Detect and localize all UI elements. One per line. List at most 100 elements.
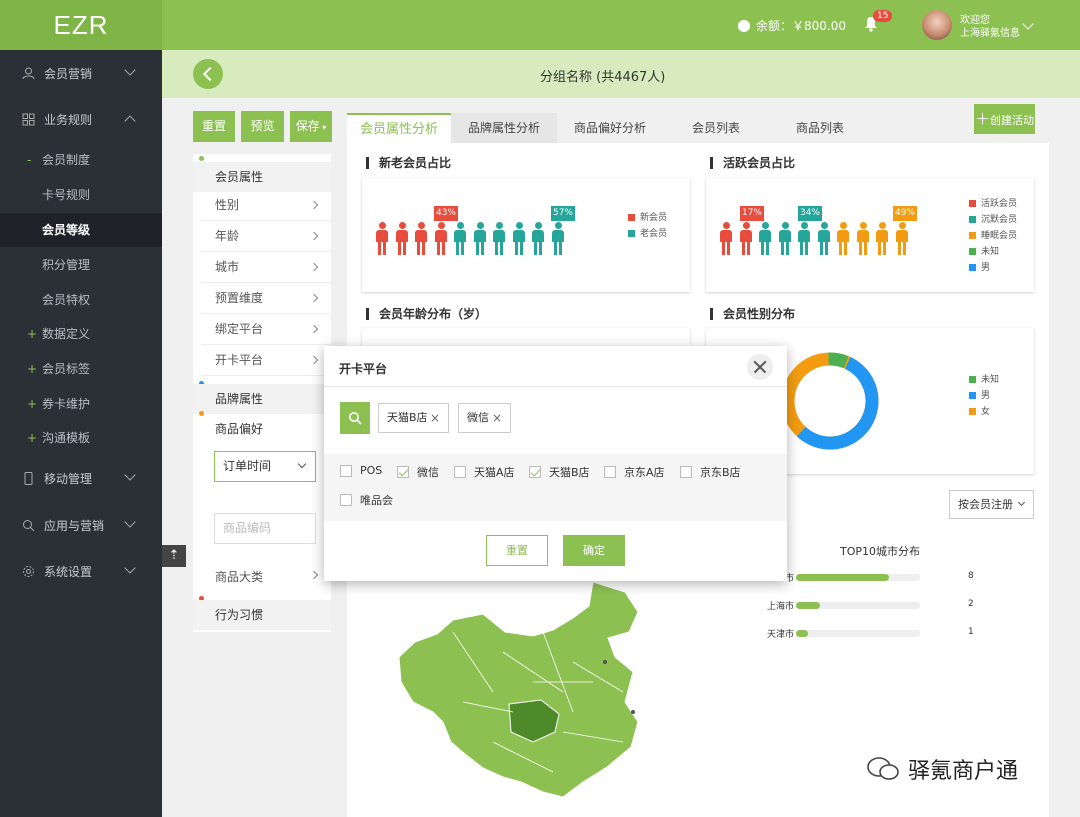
option-vip[interactable]: 唯品会: [340, 492, 393, 508]
checkbox[interactable]: [529, 466, 541, 478]
tab-member-attr[interactable]: 会员属性分析: [347, 113, 451, 143]
gear-icon: [23, 565, 34, 577]
checkbox[interactable]: [340, 464, 352, 477]
close-icon[interactable]: ×: [492, 404, 502, 432]
person-icon: [493, 222, 505, 256]
legend-label: 男: [981, 391, 991, 401]
sidebar-item-label: 会员特权: [42, 293, 91, 307]
bar-fill: [796, 574, 889, 581]
chevron-down-icon[interactable]: [1022, 18, 1034, 30]
product-category[interactable]: 商品大类: [215, 568, 263, 585]
brand-attr-header[interactable]: 品牌属性: [193, 384, 331, 414]
close-icon[interactable]: ×: [430, 404, 440, 432]
modal-reset-button[interactable]: 重置: [486, 535, 548, 566]
modal-confirm-button[interactable]: 确定: [563, 535, 625, 566]
checkbox[interactable]: [397, 466, 409, 478]
sidebar-item-data-definition[interactable]: + 数据定义: [0, 317, 162, 351]
bar-fill: [796, 602, 820, 609]
watermark: 驿氪商户通: [866, 753, 1018, 785]
city-name: 上海市: [766, 602, 794, 612]
reset-button[interactable]: 重置: [193, 111, 235, 142]
sidebar-item-card-rules[interactable]: 卡号规则: [0, 178, 162, 212]
tab-product-pref[interactable]: 商品偏好分析: [557, 113, 663, 143]
scroll-top-button[interactable]: ⇡: [162, 545, 186, 567]
attr-row-label: 预置维度: [215, 291, 264, 305]
attr-row-preset[interactable]: 预置维度: [201, 283, 331, 314]
chevron-right-icon: [309, 570, 319, 580]
chevron-down-icon: [124, 469, 136, 481]
sidebar-item-settings[interactable]: 系统设置: [0, 554, 162, 588]
app-logo[interactable]: EZR: [0, 0, 162, 50]
selected-tag[interactable]: 天猫B店 ×: [378, 403, 449, 433]
option-jd-b[interactable]: 京东B店: [680, 464, 741, 480]
search-button[interactable]: [340, 402, 370, 434]
sidebar-item-privileges[interactable]: 会员特权: [0, 283, 162, 317]
preview-button[interactable]: 预览: [241, 111, 284, 142]
registration-filter-select[interactable]: 按会员注册: [949, 490, 1034, 519]
legend-item: 睡眠会员: [969, 228, 1017, 244]
option-label: 京东B店: [700, 466, 741, 479]
attr-row-card-platform[interactable]: 开卡平台: [201, 345, 331, 376]
sidebar-item-coupon[interactable]: + 券卡维护: [0, 387, 162, 421]
option-label: POS: [360, 464, 383, 477]
sidebar-item-business-rules[interactable]: 业务规则: [0, 102, 162, 136]
option-label: 天猫A店: [474, 466, 515, 479]
person-icon: [739, 222, 752, 256]
checkbox[interactable]: [680, 466, 692, 478]
legend: 活跃会员 沉默会员 睡眠会员 未知 男: [969, 196, 1017, 276]
option-pos[interactable]: POS: [340, 464, 382, 477]
selected-tag[interactable]: 微信 ×: [458, 403, 511, 433]
close-icon[interactable]: [747, 354, 773, 380]
attr-row-city[interactable]: 城市: [201, 252, 331, 283]
card-title: 会员年龄分布（岁）: [366, 308, 487, 320]
legend: 未知 男 女: [969, 372, 999, 420]
sidebar-item-member-level[interactable]: 会员等级: [0, 213, 162, 247]
bar-track: [796, 602, 920, 609]
legend-item: 沉默会员: [969, 212, 1017, 228]
person-icon: [720, 222, 732, 256]
option-wechat[interactable]: 微信: [397, 464, 439, 480]
legend-label: 沉默会员: [981, 215, 1018, 225]
behavior-header[interactable]: 行为习惯: [193, 600, 331, 630]
chevron-right-icon: [309, 324, 319, 334]
create-activity-button[interactable]: ＋创建活动: [974, 104, 1035, 134]
flag-label: 34%: [798, 206, 822, 221]
option-jd-a[interactable]: 京东A店: [604, 464, 665, 480]
tab-member-list[interactable]: 会员列表: [663, 113, 769, 143]
checkbox[interactable]: [604, 466, 616, 478]
checkbox[interactable]: [454, 466, 466, 478]
sidebar-item-apps[interactable]: 应用与营销: [0, 508, 162, 542]
member-attr-header[interactable]: 会员属性: [193, 162, 331, 192]
product-code-input[interactable]: 商品编码: [214, 513, 316, 544]
order-time-select[interactable]: 订单时间: [214, 451, 316, 482]
city-value: 1: [968, 627, 974, 637]
sidebar-item-member-system[interactable]: - 会员制度: [0, 143, 162, 177]
china-map[interactable]: [393, 572, 653, 802]
product-pref-header[interactable]: 商品偏好: [215, 420, 263, 437]
person-icon: [454, 222, 466, 256]
checkbox[interactable]: [340, 494, 352, 506]
flag-label: 43%: [434, 206, 458, 221]
dot-icon: [199, 411, 204, 416]
attr-row-bind-platform[interactable]: 绑定平台: [201, 314, 331, 345]
back-button[interactable]: [193, 59, 223, 89]
save-button[interactable]: 保存 ▾: [290, 111, 332, 142]
sidebar-item-label: 移动管理: [44, 471, 93, 486]
welcome-line1: 欢迎您: [960, 15, 990, 26]
sidebar-item-points[interactable]: 积分管理: [0, 248, 162, 282]
option-tmall-b[interactable]: 天猫B店: [529, 464, 590, 480]
active-card: 17% 34% 49% 活跃会员 沉默会员 睡眠会员 未知 男: [706, 178, 1034, 292]
tab-product-list[interactable]: 商品列表: [769, 113, 871, 143]
option-label: 微信: [417, 466, 439, 479]
option-tmall-a[interactable]: 天猫A店: [454, 464, 515, 480]
avatar[interactable]: [922, 10, 952, 40]
sidebar-item-member-marketing[interactable]: 会员营销: [0, 56, 162, 90]
welcome-text[interactable]: 欢迎您 上海驿氪信息: [960, 14, 1020, 40]
sidebar-item-mobile[interactable]: 移动管理: [0, 461, 162, 495]
tab-brand-attr[interactable]: 品牌属性分析: [451, 113, 557, 143]
attr-row-age[interactable]: 年龄: [201, 221, 331, 252]
person-icon: [512, 222, 525, 256]
attr-row-gender[interactable]: 性别: [201, 190, 331, 221]
sidebar-item-member-tags[interactable]: + 会员标签: [0, 352, 162, 386]
sidebar-item-templates[interactable]: + 沟通模板: [0, 421, 162, 455]
